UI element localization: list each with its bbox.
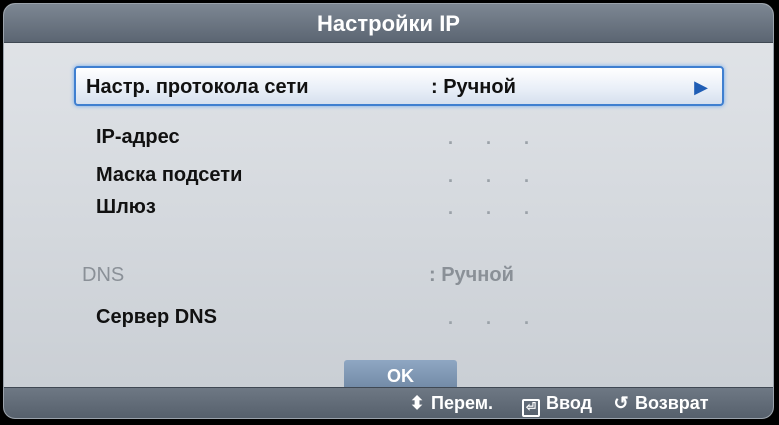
- network-protocol-value: : Ручной: [431, 76, 516, 98]
- subnet-mask-label: Маска подсети: [96, 164, 243, 186]
- enter-hint: ⏎ Ввод: [522, 393, 592, 417]
- dns-row: DNS : Ручной: [74, 262, 724, 302]
- subnet-mask-value: . . .: [448, 166, 544, 186]
- dns-value: : Ручной: [429, 264, 514, 286]
- arrow-right-icon: ▶: [694, 77, 708, 97]
- enter-label: Ввод: [546, 393, 593, 413]
- dns-server-value: . . .: [448, 308, 544, 328]
- dns-label: DNS: [82, 264, 125, 286]
- back-label: Возврат: [635, 393, 709, 413]
- dns-server-row[interactable]: Сервер DNS . . .: [74, 304, 724, 344]
- ip-address-row[interactable]: IP-адрес . . .: [74, 122, 724, 162]
- move-hint: ⬍ Перем.: [408, 393, 493, 414]
- network-protocol-label: Настр. протокола сети: [86, 76, 309, 98]
- network-protocol-row[interactable]: Настр. протокола сети : Ручной ▶: [74, 66, 724, 106]
- gateway-value: . . .: [448, 198, 544, 218]
- gateway-row[interactable]: Шлюз . . .: [74, 194, 724, 234]
- gateway-label: Шлюз: [96, 196, 156, 218]
- title-bar: Настройки IP: [4, 4, 773, 43]
- dialog-title: Настройки IP: [317, 11, 460, 36]
- ip-address-label: IP-адрес: [96, 126, 180, 148]
- ip-address-value: . . .: [448, 128, 544, 148]
- ip-settings-dialog: Настройки IP Настр. протокола сети : Руч…: [3, 3, 774, 419]
- footer-hints: ⬍ Перем. ⏎ Ввод ↺ Возврат: [4, 387, 773, 418]
- up-down-icon: ⬍: [409, 393, 425, 413]
- enter-icon: ⏎: [522, 399, 540, 417]
- move-label: Перем.: [431, 393, 494, 413]
- back-hint: ↺ Возврат: [612, 393, 709, 414]
- return-icon: ↺: [613, 393, 629, 413]
- dns-server-label: Сервер DNS: [96, 306, 217, 328]
